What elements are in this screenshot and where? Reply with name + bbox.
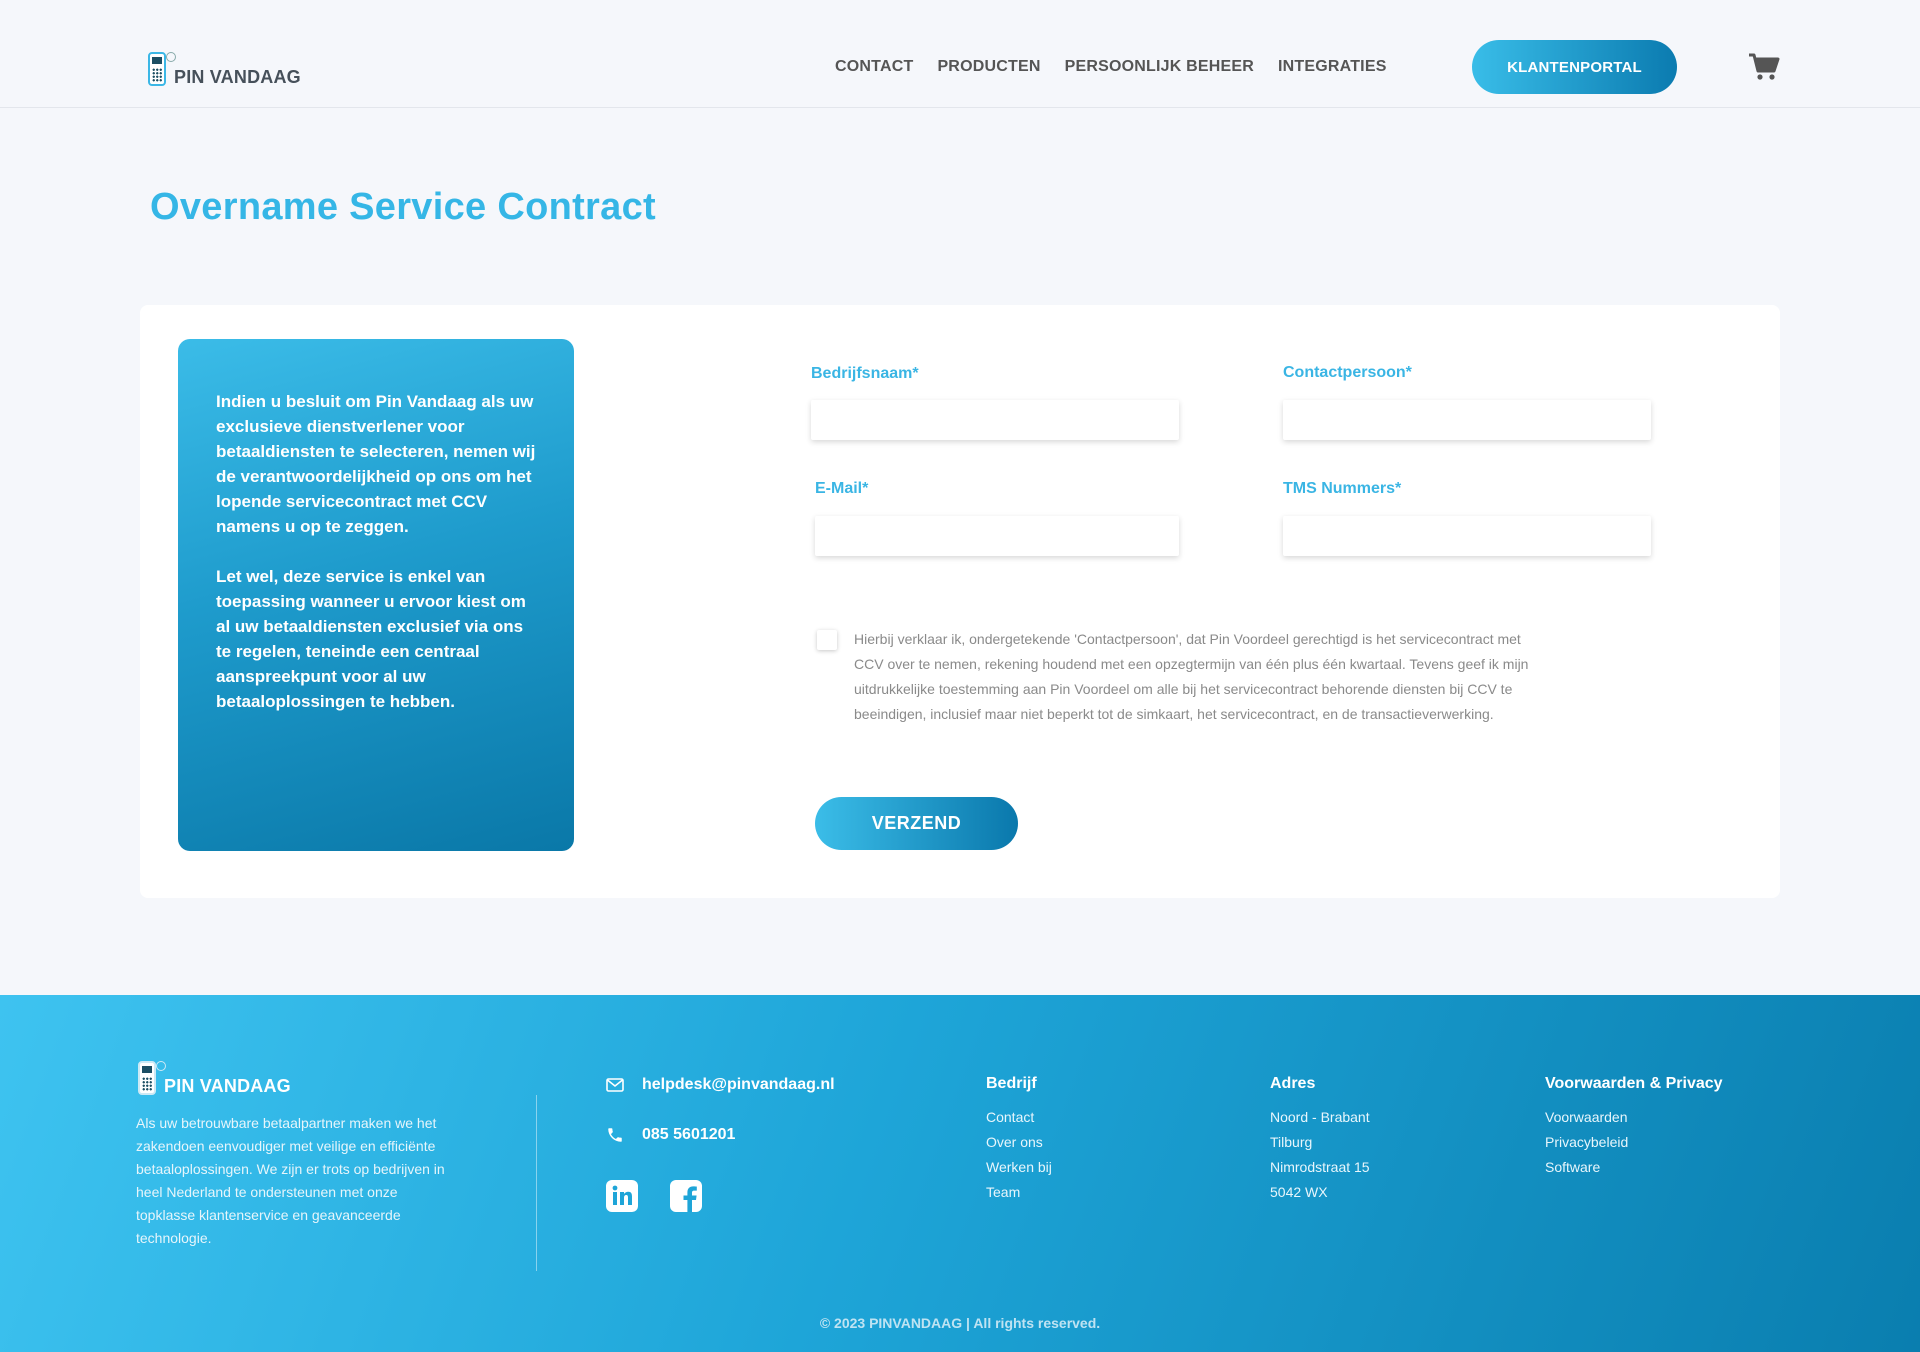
address-line: 5042 WX xyxy=(1270,1184,1328,1200)
footer-phone-row[interactable]: 085 5601201 xyxy=(606,1126,735,1144)
footer-phone[interactable]: 085 5601201 xyxy=(642,1126,735,1144)
nav-item-producten[interactable]: PRODUCTEN xyxy=(937,58,1040,76)
address-line: Tilburg xyxy=(1270,1134,1313,1150)
mail-icon xyxy=(606,1078,624,1092)
tms-numbers-label: TMS Nummers* xyxy=(1283,480,1402,497)
nav-item-persoonlijk-beheer[interactable]: PERSOONLIJK BEHEER xyxy=(1065,58,1254,76)
footer-logo[interactable]: PIN VANDAAG xyxy=(136,1057,291,1095)
copyright-text: © 2023 PINVANDAAG | All rights reserved. xyxy=(819,1315,1101,1331)
footer-about-text: Als uw betrouwbare betaalpartner maken w… xyxy=(136,1115,445,1246)
footer-column-bedrijf: Bedrijf Contact Over ons Werken bij Team xyxy=(986,1075,1052,1205)
footer-column-title: Adres xyxy=(1270,1075,1316,1092)
email-label: E-Mail* xyxy=(815,480,869,497)
form-card: Indien u besluit om Pin Vandaag als uw e… xyxy=(140,305,1780,898)
facebook-icon[interactable] xyxy=(670,1180,702,1212)
payment-terminal-icon xyxy=(136,1057,166,1095)
consent-checkbox[interactable] xyxy=(817,630,837,650)
footer-column-voorwaarden: Voorwaarden & Privacy Voorwaarden Privac… xyxy=(1545,1075,1723,1180)
address-line: Noord - Brabant xyxy=(1270,1109,1370,1125)
page-title: Overname Service Contract xyxy=(150,186,656,228)
site-footer: PIN VANDAAG Als uw betrouwbare betaalpar… xyxy=(0,995,1920,1352)
footer-link-privacybeleid[interactable]: Privacybeleid xyxy=(1545,1130,1723,1155)
email-input[interactable] xyxy=(815,516,1179,556)
payment-terminal-icon xyxy=(146,48,176,86)
social-links xyxy=(606,1180,702,1212)
footer-link-software[interactable]: Software xyxy=(1545,1155,1723,1180)
footer-link-over-ons[interactable]: Over ons xyxy=(986,1130,1052,1155)
footer-email[interactable]: helpdesk@pinvandaag.nl xyxy=(642,1076,835,1094)
footer-link-team[interactable]: Team xyxy=(986,1180,1052,1205)
shopping-cart-icon[interactable] xyxy=(1748,52,1780,82)
site-header: PIN VANDAAG CONTACT PRODUCTEN PERSOONLIJ… xyxy=(0,0,1920,108)
footer-column-adres: Adres Noord - Brabant Tilburg Nimrodstra… xyxy=(1270,1075,1370,1205)
company-name-input[interactable] xyxy=(811,400,1179,440)
klantenportal-button[interactable]: KLANTENPORTAL xyxy=(1472,40,1677,94)
info-paragraph-2: Let wel, deze service is enkel van toepa… xyxy=(216,567,526,711)
consent-text: Hierbij verklaar ik, ondergetekende 'Con… xyxy=(854,631,1529,722)
logo-text: PIN VANDAAG xyxy=(174,67,301,87)
company-name-label: Bedrijfsnaam* xyxy=(811,365,919,382)
phone-icon xyxy=(608,1128,622,1142)
contact-person-input[interactable] xyxy=(1283,400,1651,440)
footer-link-werken-bij[interactable]: Werken bij xyxy=(986,1155,1052,1180)
footer-divider xyxy=(536,1095,537,1271)
submit-button[interactable]: VERZEND xyxy=(815,797,1018,850)
footer-column-title: Voorwaarden & Privacy xyxy=(1545,1075,1723,1092)
nav-item-contact[interactable]: CONTACT xyxy=(835,58,913,76)
footer-link-contact[interactable]: Contact xyxy=(986,1105,1052,1130)
contact-person-label: Contactpersoon* xyxy=(1283,364,1412,381)
footer-column-title: Bedrijf xyxy=(986,1075,1037,1092)
address-line: Nimrodstraat 15 xyxy=(1270,1159,1370,1175)
main-nav: CONTACT PRODUCTEN PERSOONLIJK BEHEER INT… xyxy=(835,58,1387,76)
tms-numbers-input[interactable] xyxy=(1283,516,1651,556)
footer-logo-text: PIN VANDAAG xyxy=(164,1076,291,1096)
nav-item-integraties[interactable]: INTEGRATIES xyxy=(1278,58,1387,76)
footer-link-voorwaarden[interactable]: Voorwaarden xyxy=(1545,1105,1723,1130)
site-logo[interactable]: PIN VANDAAG xyxy=(146,48,301,86)
linkedin-icon[interactable] xyxy=(606,1180,638,1212)
footer-email-row[interactable]: helpdesk@pinvandaag.nl xyxy=(606,1076,835,1094)
info-paragraph-1: Indien u besluit om Pin Vandaag als uw e… xyxy=(216,392,536,536)
info-box: Indien u besluit om Pin Vandaag als uw e… xyxy=(178,339,574,851)
